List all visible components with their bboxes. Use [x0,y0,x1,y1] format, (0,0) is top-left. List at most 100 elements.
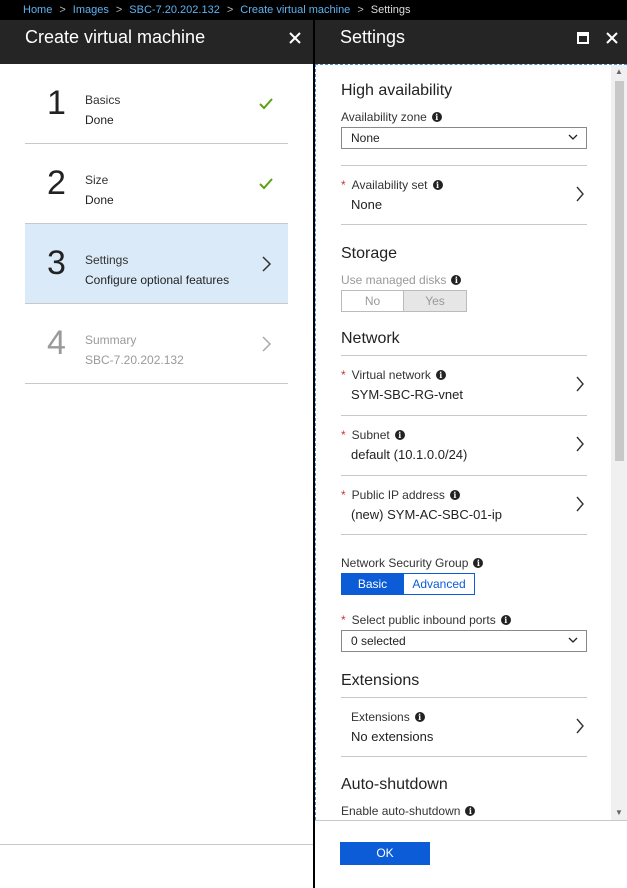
extensions-label-text: Extensions [351,710,410,724]
inbound-ports-label-text: Select public inbound ports [351,613,496,627]
nsg-basic-option[interactable]: Basic [341,573,404,595]
auto-shutdown-title: Auto-shutdown [341,776,448,793]
chevron-right-icon [262,336,272,352]
availability-set-label: * Availability set i [341,178,443,192]
breadcrumb-separator-icon: > [357,4,364,16]
required-asterisk: * [341,613,346,627]
close-icon[interactable] [286,29,304,47]
breadcrumb-images[interactable]: Images [73,4,109,16]
breadcrumb-separator-icon: > [115,4,123,16]
breadcrumb-separator-icon: > [59,4,66,16]
info-icon[interactable]: i [473,558,484,568]
step-number: 3 [47,244,66,282]
info-icon[interactable]: i [414,712,425,722]
extensions-row[interactable]: Extensions i No extensions [341,697,587,757]
required-asterisk: * [341,368,346,382]
virtual-network-label: * Virtual network i [341,368,446,382]
nsg-label-text: Network Security Group [341,556,469,570]
public-ip-row[interactable]: * Public IP address i (new) SYM-AC-SBC-0… [341,475,587,535]
step-subtitle: SBC-7.20.202.132 [85,353,184,367]
extensions-label: Extensions i [351,710,425,724]
inbound-ports-value: 0 selected [351,634,406,648]
managed-disks-no: No [341,290,404,312]
inbound-ports-label: * Select public inbound ports i [341,613,511,627]
chevron-right-icon [576,376,584,392]
inbound-ports-dropdown[interactable]: 0 selected [341,630,587,652]
scroll-down-icon[interactable]: ▼ [614,808,624,818]
availability-zone-value: None [351,131,380,145]
scroll-thumb[interactable] [615,81,624,461]
chevron-right-icon [262,256,272,272]
availability-set-label-text: Availability set [351,178,428,192]
breadcrumb: Home > Images > SBC-7.20.202.132 > Creat… [0,0,627,20]
storage-title: Storage [341,245,398,262]
step-title: Summary [85,333,137,347]
settings-footer-divider [315,820,627,821]
availability-zone-label: Availability zone i [341,110,442,124]
step-size[interactable]: 2 Size Done [25,144,288,224]
scroll-up-icon[interactable]: ▲ [614,67,624,77]
info-icon[interactable]: i [432,180,443,190]
step-summary[interactable]: 4 Summary SBC-7.20.202.132 [25,304,288,384]
breadcrumb-current: Settings [370,4,411,16]
step-subtitle: Done [85,113,114,127]
required-asterisk: * [341,428,346,442]
info-icon[interactable]: i [451,275,462,285]
availability-zone-dropdown[interactable]: None [341,127,587,149]
step-subtitle: Done [85,193,114,207]
checkmark-icon [259,98,273,110]
settings-title: Settings [340,27,406,47]
step-title: Basics [85,93,121,107]
settings-scroll-area[interactable]: High availability Availability zone i No… [315,64,627,820]
public-ip-value: (new) SYM-AC-SBC-01-ip [351,507,502,522]
nsg-label: Network Security Group i [341,556,484,570]
nsg-advanced-option[interactable]: Advanced [404,573,475,595]
info-icon[interactable]: i [465,806,476,816]
subnet-row[interactable]: * Subnet i default (10.1.0.0/24) [341,415,587,475]
step-basics[interactable]: 1 Basics Done [25,64,288,144]
required-asterisk: * [341,178,346,192]
managed-disks-label-text: Use managed disks [341,273,447,287]
info-icon[interactable]: i [449,490,460,500]
checkmark-icon [259,178,273,190]
close-icon[interactable] [603,29,621,47]
enable-auto-shutdown-label: Enable auto-shutdown i [341,804,476,818]
subnet-label-text: Subnet [351,428,390,442]
breadcrumb-home[interactable]: Home [23,4,52,16]
breadcrumb-create-vm[interactable]: Create virtual machine [240,4,350,16]
info-icon[interactable]: i [394,430,405,440]
settings-blade: High availability Availability zone i No… [315,64,627,888]
managed-disks-yes: Yes [404,290,467,312]
wizard-steps: 1 Basics Done 2 Size Done 3 Settings Con… [0,64,313,888]
availability-set-row[interactable]: * Availability set i None [341,165,587,225]
chevron-down-icon [568,637,578,643]
extensions-title: Extensions [341,672,420,689]
subnet-value: default (10.1.0.0/24) [351,447,468,462]
info-icon[interactable]: i [435,370,446,380]
left-footer-divider [0,844,313,845]
enable-auto-shutdown-label-text: Enable auto-shutdown [341,804,461,818]
chevron-right-icon [576,436,584,452]
managed-disks-toggle: No Yes [341,290,467,312]
create-vm-header: Create virtual machine [0,20,313,64]
virtual-network-row[interactable]: * Virtual network i SYM-SBC-RG-vnet [341,355,587,415]
ok-button[interactable]: OK [340,842,430,865]
info-icon[interactable]: i [500,615,511,625]
chevron-right-icon [576,496,584,512]
create-vm-title: Create virtual machine [25,27,206,47]
settings-header: Settings [315,20,627,64]
maximize-icon[interactable] [574,29,592,47]
info-icon[interactable]: i [431,112,442,122]
step-settings[interactable]: 3 Settings Configure optional features [25,224,288,304]
chevron-right-icon [576,718,584,734]
public-ip-label: * Public IP address i [341,488,460,502]
nsg-toggle[interactable]: Basic Advanced [341,573,475,595]
availability-zone-label-text: Availability zone [341,110,427,124]
chevron-down-icon [568,134,578,140]
breadcrumb-image[interactable]: SBC-7.20.202.132 [129,4,220,16]
step-title: Settings [85,253,129,267]
vertical-scrollbar[interactable]: ▲ ▼ [611,65,627,820]
public-ip-label-text: Public IP address [351,488,445,502]
network-title: Network [341,330,400,347]
virtual-network-label-text: Virtual network [351,368,431,382]
